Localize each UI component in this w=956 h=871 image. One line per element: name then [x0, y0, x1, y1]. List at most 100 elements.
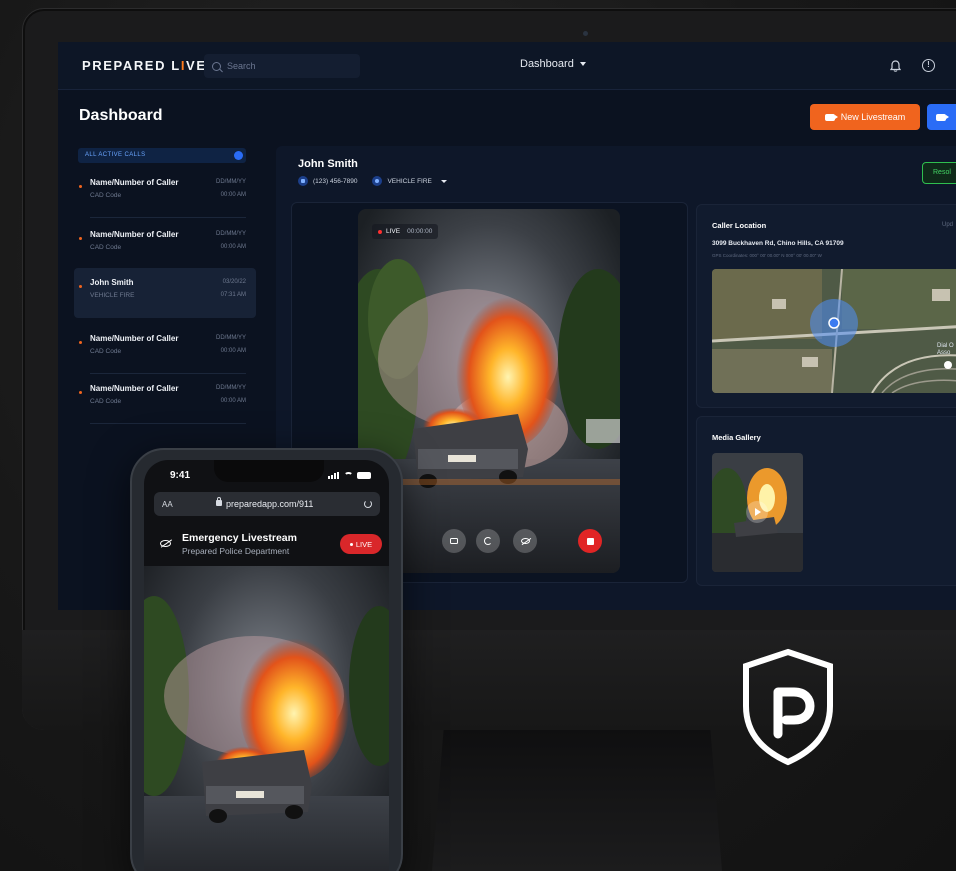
emergency-livestream-header: Emergency Livestream Prepared Police Dep…: [144, 522, 389, 566]
webcam-dot: [583, 31, 588, 36]
search-input[interactable]: [227, 61, 347, 71]
eye-off-icon[interactable]: [160, 540, 171, 547]
snapshot-button[interactable]: [442, 529, 466, 553]
text-size-button[interactable]: AA: [162, 500, 173, 509]
call-time: 00:00 AM: [220, 244, 246, 250]
call-sub: CAD Code: [90, 244, 122, 251]
divider: [90, 217, 246, 218]
call-list-item-selected[interactable]: John Smith VEHICLE FIRE 03/20/22 07:31 A…: [74, 268, 256, 318]
map-poi-label: Dial O Asso: [937, 343, 954, 357]
brand-text: PREPARED L: [82, 58, 181, 73]
caller-location-card: Caller Location Upd 3099 Buckhaven Rd, C…: [696, 204, 956, 408]
brand-logo[interactable]: PREPARED LIVE: [82, 58, 207, 73]
signal-icon: [328, 472, 340, 479]
call-name: Name/Number of Caller: [90, 334, 179, 343]
hide-video-button[interactable]: [513, 529, 537, 553]
call-time: 00:00 AM: [220, 398, 246, 404]
stop-icon: [586, 537, 594, 545]
live-badge: LIVE: [340, 534, 382, 554]
caller-meta: (123) 456-7890 VEHICLE FIRE: [298, 176, 447, 186]
caller-address: 3099 Buckhaven Rd, Chino Hills, CA 91709: [712, 240, 844, 247]
phone-livestream-video[interactable]: [144, 566, 389, 871]
satellite-map: [712, 269, 956, 393]
browser-url-bar[interactable]: AA preparedapp.com/911: [154, 492, 380, 516]
status-dot: [79, 285, 82, 288]
video-camera-icon: [824, 113, 838, 121]
recording-dot: [378, 229, 382, 234]
status-dot: [79, 237, 82, 240]
recording-dot: [349, 542, 353, 546]
media-thumbnail[interactable]: [712, 453, 803, 572]
search-icon: [212, 61, 221, 71]
dashboard-dropdown-label: Dashboard: [520, 58, 574, 70]
call-sub: CAD Code: [90, 192, 122, 199]
lock-icon: [216, 497, 222, 506]
call-name: Name/Number of Caller: [90, 230, 179, 239]
switch-camera-button[interactable]: [476, 529, 500, 553]
battery-icon: [357, 472, 371, 479]
call-time: 00:00 AM: [220, 348, 246, 354]
call-list-sidebar: ALL ACTIVE CALLS Name/Number of Caller C…: [74, 142, 258, 432]
bell-icon[interactable]: [890, 60, 901, 72]
reload-icon[interactable]: [364, 500, 372, 508]
call-list-item[interactable]: Name/Number of Caller CAD Code DD/MM/YY …: [74, 374, 256, 424]
call-list-item[interactable]: Name/Number of Caller CAD Code DD/MM/YY …: [74, 168, 256, 218]
phone-icon: [298, 176, 308, 186]
status-dot: [79, 185, 82, 188]
call-sub: VEHICLE FIRE: [90, 292, 135, 299]
phone-status-time: 9:41: [170, 470, 191, 481]
location-map[interactable]: Dial O Asso: [712, 269, 956, 393]
phone-notch: [214, 460, 324, 482]
call-date: DD/MM/YY: [216, 179, 246, 185]
call-sub: CAD Code: [90, 398, 122, 405]
search-box[interactable]: [204, 54, 360, 78]
url-text: preparedapp.com/911: [226, 499, 314, 509]
call-time: 00:00 AM: [220, 192, 246, 198]
new-livestream-button[interactable]: New Livestream: [810, 104, 920, 130]
phone-frame: 9:41 AA preparedapp.com/911 Emergency Li…: [130, 448, 403, 871]
new-livestream-label: New Livestream: [840, 112, 906, 122]
wifi-icon: [344, 472, 353, 479]
secondary-action-button[interactable]: [927, 104, 956, 130]
phone-screen: 9:41 AA preparedapp.com/911 Emergency Li…: [144, 460, 389, 871]
call-date: DD/MM/YY: [216, 385, 246, 391]
incident-dropdown-chevron-icon[interactable]: [440, 179, 447, 183]
gallery-title: Media Gallery: [712, 433, 761, 442]
video-camera-icon: [936, 113, 949, 121]
phone-status-icons: [328, 472, 371, 479]
divider: [90, 423, 246, 424]
live-label: LIVE: [386, 228, 401, 235]
phone-fire-scene: [144, 566, 389, 871]
caller-phone: (123) 456-7890: [313, 177, 358, 185]
location-card-title: Caller Location: [712, 221, 767, 230]
call-name: Name/Number of Caller: [90, 384, 179, 393]
call-sub: CAD Code: [90, 348, 122, 355]
active-calls-count-badge: [234, 151, 243, 160]
call-date: 03/20/22: [222, 279, 246, 285]
prepared-shield-logo: [743, 648, 833, 766]
call-list-item[interactable]: Name/Number of Caller CAD Code DD/MM/YY …: [74, 324, 256, 374]
call-time: 07:31 AM: [220, 292, 246, 298]
media-gallery-card: Media Gallery: [696, 416, 956, 586]
incident-icon: [372, 176, 383, 186]
resolve-button[interactable]: Resol: [922, 162, 956, 184]
call-list-item[interactable]: Name/Number of Caller CAD Code DD/MM/YY …: [74, 220, 256, 270]
camera-icon: [450, 538, 458, 544]
status-dot: [79, 341, 82, 344]
info-icon[interactable]: !: [922, 59, 935, 72]
play-button[interactable]: [746, 501, 768, 523]
incident-type: VEHICLE FIRE: [387, 177, 432, 185]
active-calls-header[interactable]: ALL ACTIVE CALLS: [78, 148, 246, 163]
gps-coordinates: GPS Coordinates: 000° 00' 00.00" N 000° …: [712, 253, 822, 258]
call-name: Name/Number of Caller: [90, 178, 179, 187]
dashboard-dropdown[interactable]: Dashboard: [520, 58, 586, 70]
location-update-link[interactable]: Upd: [942, 222, 953, 228]
call-date: DD/MM/YY: [216, 231, 246, 237]
page-title: Dashboard: [79, 107, 163, 124]
live-timer: 00:00:00: [407, 228, 433, 235]
active-calls-label: ALL ACTIVE CALLS: [85, 152, 146, 158]
map-poi-line1: Dial O: [937, 343, 954, 349]
stop-stream-button[interactable]: [578, 529, 602, 553]
top-bar: PREPARED LIVE Dashboard !: [58, 42, 956, 90]
marketing-scene: PREPARED LIVE Dashboard ! Dashboard New …: [0, 0, 956, 871]
